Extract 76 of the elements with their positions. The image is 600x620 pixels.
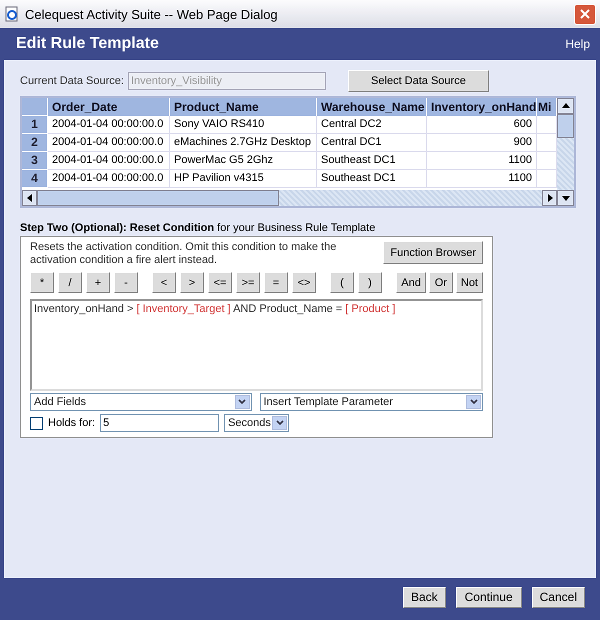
table-cell: Sony VAIO RS410: [170, 116, 317, 134]
operator-button[interactable]: +: [86, 272, 110, 293]
table-cell: 1100: [427, 152, 537, 170]
column-header[interactable]: Product_Name: [170, 98, 317, 116]
dialog-button[interactable]: Back: [402, 586, 446, 608]
page-icon: [4, 6, 20, 22]
scrollbar-thumb[interactable]: [557, 114, 574, 138]
horizontal-scrollbar[interactable]: [22, 190, 557, 206]
table-cell: 2004-01-04 00:00:00.0: [48, 152, 170, 170]
condition-text: Inventory_onHand >: [34, 303, 134, 315]
select-data-source-button[interactable]: Select Data Source: [348, 70, 489, 92]
table-cell: HP Pavilion v4315: [170, 170, 317, 188]
help-link[interactable]: Help: [565, 37, 590, 51]
table-cell: 2004-01-04 00:00:00.0: [48, 170, 170, 188]
duration-field[interactable]: 5: [100, 414, 220, 432]
data-source-label: Current Data Source:: [20, 75, 124, 87]
column-header[interactable]: Mi: [537, 98, 557, 116]
operator-button[interactable]: *: [30, 272, 54, 293]
row-number: 3: [22, 152, 48, 170]
chevron-down-icon: [276, 420, 284, 426]
add-fields-dropdown[interactable]: Add Fields: [30, 393, 252, 411]
column-header[interactable]: Warehouse_Name: [317, 98, 427, 116]
chevron-down-icon: [238, 399, 246, 405]
section-heading: Step Two (Optional): Reset Condition for your Business Rule Template: [20, 222, 376, 234]
time-unit-dropdown[interactable]: Seconds: [224, 414, 290, 432]
table-cell: Southeast DC1: [317, 152, 427, 170]
description-text: Resets the activation condition. Omit this condition to make the activation condition a fire alert instead.: [30, 241, 338, 267]
operator-button[interactable]: -: [114, 272, 138, 293]
table-cell: 900: [427, 134, 537, 152]
dialog-button[interactable]: Continue: [456, 586, 522, 608]
scroll-down-icon: [562, 195, 570, 201]
window-title: Celequest Activity Suite -- Web Page Dialog: [25, 6, 279, 22]
operator-button[interactable]: (: [330, 272, 354, 293]
table-cell: eMachines 2.7GHz Desktop: [170, 134, 317, 152]
condition-text: AND Product_Name =: [233, 303, 342, 315]
operator-button[interactable]: >: [180, 272, 204, 293]
chevron-down-icon: [470, 399, 478, 405]
table-cell: 1100: [427, 170, 537, 188]
table-cell: Southeast DC1: [317, 170, 427, 188]
column-header[interactable]: Order_Date: [48, 98, 170, 116]
operator-button[interactable]: Or: [428, 272, 453, 293]
row-number: 2: [22, 134, 48, 152]
dialog-button[interactable]: Cancel: [532, 586, 585, 608]
table-cell: Central DC1: [317, 134, 427, 152]
operator-button[interactable]: >=: [236, 272, 260, 293]
table-cell: 2004-01-04 00:00:00.0: [48, 134, 170, 152]
function-browser-button[interactable]: Function Browser: [383, 241, 483, 264]
operator-button[interactable]: <>: [292, 272, 316, 293]
operator-button[interactable]: /: [58, 272, 82, 293]
operator-button[interactable]: <: [152, 272, 176, 293]
scroll-up-icon: [562, 103, 570, 109]
column-header[interactable]: Inventory_onHand: [427, 98, 537, 116]
scroll-right-icon: [546, 194, 552, 202]
vertical-scrollbar[interactable]: [557, 98, 574, 206]
row-number: 4: [22, 170, 48, 188]
operator-button[interactable]: Not: [456, 272, 483, 293]
table-cell: Central DC2: [317, 116, 427, 134]
condition-editor[interactable]: Inventory_onHand > [ Inventory_Target ] AND Product_Name = [ Product ]: [30, 299, 483, 391]
holds-label: Holds for:: [48, 417, 96, 429]
operator-button[interactable]: =: [264, 272, 288, 293]
table-cell: PowerMac G5 2Ghz: [170, 152, 317, 170]
template-parameter-dropdown[interactable]: Insert Template Parameter: [260, 393, 483, 411]
page-title: Edit Rule Template: [16, 35, 159, 53]
operator-button[interactable]: And: [396, 272, 426, 293]
template-parameter: [ Inventory_Target ]: [136, 303, 231, 315]
scrollbar-thumb[interactable]: [37, 190, 279, 206]
close-icon: [579, 8, 591, 20]
table-cell: 2004-01-04 00:00:00.0: [48, 116, 170, 134]
row-number: 1: [22, 116, 48, 134]
close-button[interactable]: [574, 4, 596, 24]
scroll-left-icon: [26, 194, 32, 202]
template-parameter: [ Product ]: [345, 303, 396, 315]
holds-checkbox[interactable]: [30, 416, 43, 430]
operator-button[interactable]: ): [358, 272, 382, 293]
table-cell: 600: [427, 116, 537, 134]
operator-button[interactable]: <=: [208, 272, 232, 293]
